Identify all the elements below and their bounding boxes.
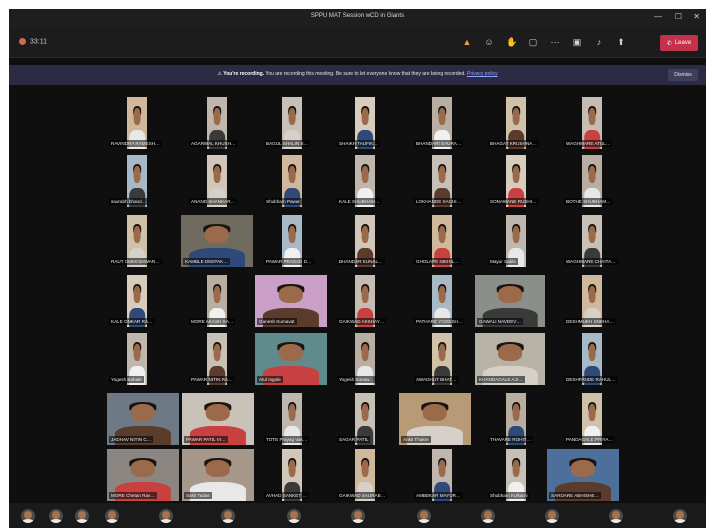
participant-name: DESHMUKH SNEHA… (564, 318, 616, 325)
participant-thumbnail[interactable] (351, 509, 365, 523)
participant-name: SONAWANE RUSHI… (488, 198, 539, 205)
participant-name: Shubham Pawar (264, 198, 302, 205)
participant-name: PANDAGALE PRIYA… (564, 436, 616, 443)
participant-name: TOTE Prayag Vak… (264, 436, 310, 443)
participant-name: BAGUL SHALIN S… (264, 140, 311, 147)
participant-name: saurabh bhand… (109, 198, 149, 205)
camera-icon[interactable]: ▣ (572, 37, 582, 47)
participant-thumbnail[interactable] (159, 509, 173, 523)
participant-thumbnail[interactable] (417, 509, 431, 523)
participant-name: PAWAR NITIN RA… (189, 376, 235, 383)
participant-name: BHANDAR KUNAL… (337, 258, 385, 265)
minimize-button[interactable]: — (654, 13, 662, 21)
participant-thumbnail[interactable] (481, 509, 495, 523)
more-icon[interactable]: ⋯ (550, 37, 560, 47)
participant-name: PATHARE YOGESH… (414, 318, 465, 325)
participant-name: Sahil Tadas (184, 492, 212, 499)
participant-name: Yogesh Sonaw… (337, 376, 377, 383)
participant-name: AMBEKAR MAYUR… (414, 492, 463, 499)
participant-name: Yogesh Bahale (109, 376, 144, 383)
participant-thumbnail[interactable] (49, 509, 63, 523)
participant-name: SARDARE ABHISHE… (549, 492, 601, 499)
recording-message: ⚠ You're recording. You are recording th… (9, 71, 706, 77)
participant-name: JADHAV NITIN C… (109, 436, 154, 443)
participant-name: MORE Chetan Rav… (109, 492, 157, 499)
participant-name: GAIKWAD SAURAB… (337, 492, 388, 499)
participant-thumbnail[interactable] (221, 509, 235, 523)
mic-icon[interactable]: ♪ (594, 37, 604, 47)
leave-label: Leave (674, 40, 692, 46)
participant-name: Ganesh Kumavat (257, 318, 297, 325)
participant-name: RAVINDRA RAMESH… (109, 140, 162, 147)
leave-button[interactable]: ✆ Leave (660, 35, 698, 51)
warning-icon: ⚠ (217, 71, 222, 77)
recording-bold: You're recording. (223, 71, 265, 77)
participant-name: RAUT OMKESHWAR… (109, 258, 162, 265)
recording-banner: ⚠ You're recording. You are recording th… (9, 65, 706, 85)
participant-name: BHAGAT KRUSHNA… (488, 140, 539, 147)
participant-thumbnail[interactable] (105, 509, 119, 523)
participant-name: Ankit Thakre (401, 436, 431, 443)
participant-name: Shubham Kulkarni (488, 492, 530, 499)
participant-name: GAIKWAD AKSHAY… (337, 318, 387, 325)
participant-name: BOTHE SHUBHAM… (564, 198, 613, 205)
privacy-policy-link[interactable]: Privacy policy (467, 71, 498, 77)
participant-strip (9, 503, 706, 528)
participant-name: THAVARE ROHIT… (488, 436, 534, 443)
participant-grid: RAVINDRA RAMESH… AGARWAL KHUSH… BAGUL SHAL… (9, 91, 706, 503)
alert-icon[interactable]: ▲ (462, 37, 472, 47)
participant-name: GAWALI NAVDEV… (477, 318, 523, 325)
participant-name: ANAND SHANKAR… (189, 198, 238, 205)
teams-meeting-window: SPPU MAT Session wCD in Giants — ☐ ✕ 33:… (9, 9, 706, 528)
participant-name: KALE SHUBHAM… (337, 198, 382, 205)
maximize-button[interactable]: ☐ (675, 13, 682, 21)
participant-name: GHOLAPE NIKHIL… (414, 258, 461, 265)
dismiss-button[interactable]: Dismiss (668, 69, 698, 81)
participant-name: WAGHMARE ATUL… (564, 140, 613, 147)
close-button[interactable]: ✕ (693, 13, 700, 21)
participant-thumbnail[interactable] (21, 509, 35, 523)
participant-name: MORE AKASH SA… (189, 318, 236, 325)
participant-name: KALE ONKAR RA… (109, 318, 155, 325)
participant-name: PAWAR PATIL VI… (184, 436, 228, 443)
participant-thumbnail[interactable] (609, 509, 623, 523)
participant-name: SHAIKH TAUFIK… (337, 140, 380, 147)
participant-name: WAGHMARE CHAITA… (564, 258, 618, 265)
people-icon[interactable]: ☺ (484, 37, 494, 47)
participant-name: SAGAR PATIL (337, 436, 371, 443)
participant-name: BHANDARI SAURA… (414, 140, 464, 147)
participant-name: Atul Ingole (257, 376, 283, 383)
share-icon[interactable]: ⬆ (616, 37, 626, 47)
title-bar: SPPU MAT Session wCD in Giants — ☐ ✕ (9, 9, 706, 29)
participant-thumbnail[interactable] (545, 509, 559, 523)
participant-name: AGARWAL KHUSH… (189, 140, 238, 147)
participant-name: KAMBLE DEEPAK… (183, 258, 230, 265)
participant-name: PAWAR PRASAD D… (264, 258, 314, 265)
participant-name: AVHAD SANKET … (264, 492, 309, 499)
phone-icon: ✆ (666, 40, 672, 47)
timer-text: 33:11 (30, 38, 47, 46)
meeting-toolbar: 33:11 ▲ ☺ ✋ ▢ ⋯ ▣ ♪ ⬆ ✆ Leave (9, 29, 706, 58)
window-title: SPPU MAT Session wCD in Giants (310, 13, 405, 19)
participant-name: LOKHANDE SACHI… (414, 198, 464, 205)
participant-name: Mayur Sable (488, 258, 518, 265)
participant-name: KHANDAGALE AJI… (477, 376, 525, 383)
participant-thumbnail[interactable] (75, 509, 89, 523)
hand-icon[interactable]: ✋ (506, 37, 517, 47)
participant-name: DESHPANDE RAHUL… (564, 376, 618, 383)
participant-thumbnail[interactable] (673, 509, 687, 523)
participant-name: AWADHUT BHAT… (414, 376, 459, 383)
chat-icon[interactable]: ▢ (528, 37, 538, 47)
recording-dot-icon (19, 38, 26, 45)
recording-text: You are recording this meeting. Be sure … (265, 71, 466, 77)
meeting-timer: 33:11 (19, 38, 47, 45)
participant-thumbnail[interactable] (287, 509, 301, 523)
